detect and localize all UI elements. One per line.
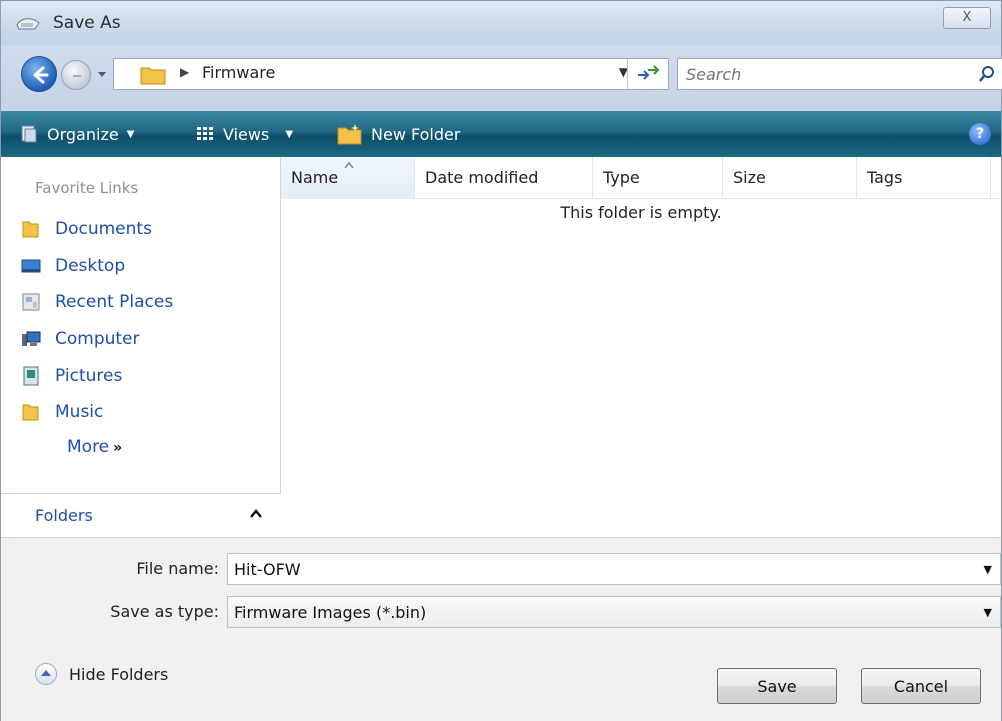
nav-item-desktop[interactable]: Desktop bbox=[21, 252, 125, 280]
column-header-size[interactable]: Size bbox=[723, 157, 857, 199]
forward-arrow-icon bbox=[73, 75, 81, 77]
filename-dropdown-icon[interactable]: ▼ bbox=[984, 563, 992, 576]
filename-label: File name: bbox=[136, 559, 219, 578]
search-icon[interactable] bbox=[978, 65, 996, 83]
dialog-app-icon bbox=[16, 18, 40, 30]
navigation-pane: Favorite Links Documents Desktop Recent … bbox=[1, 157, 281, 537]
breadcrumb-separator-icon[interactable]: ▶ bbox=[180, 65, 189, 79]
views-icon bbox=[197, 127, 213, 140]
save-button[interactable]: Save bbox=[717, 668, 837, 704]
dialog-title: Save As bbox=[53, 13, 121, 33]
folders-label: Folders bbox=[35, 506, 93, 525]
desktop-icon bbox=[21, 259, 41, 273]
organize-menu[interactable]: Organize ▼ bbox=[19, 123, 134, 145]
nav-item-label: Documents bbox=[55, 219, 152, 239]
column-header-label: Tags bbox=[867, 168, 903, 187]
more-links-button[interactable]: More» bbox=[67, 437, 122, 457]
column-header-name[interactable]: Name bbox=[281, 157, 415, 199]
help-icon[interactable]: ? bbox=[969, 123, 991, 145]
refresh-icon bbox=[638, 65, 660, 80]
close-icon: X bbox=[962, 10, 972, 25]
pictures-icon bbox=[23, 366, 39, 386]
address-bar[interactable]: ▶ Firmware ▼ bbox=[113, 58, 669, 90]
search-input[interactable] bbox=[686, 63, 966, 85]
folder-icon bbox=[140, 67, 166, 85]
nav-item-label: Music bbox=[55, 402, 104, 422]
nav-item-label: Recent Places bbox=[55, 292, 174, 312]
nav-item-recent-places[interactable]: Recent Places bbox=[21, 288, 173, 316]
collapse-up-icon bbox=[35, 663, 57, 685]
new-folder-label: New Folder bbox=[371, 124, 461, 144]
back-button[interactable] bbox=[21, 56, 57, 92]
nav-item-label: Desktop bbox=[55, 256, 126, 276]
chevron-up-icon[interactable] bbox=[249, 508, 263, 520]
new-folder-button[interactable]: New Folder bbox=[337, 123, 460, 145]
column-header-type[interactable]: Type bbox=[593, 157, 723, 199]
column-header-label: Size bbox=[733, 168, 766, 187]
organize-icon bbox=[21, 125, 37, 143]
views-menu[interactable]: Views ▼ bbox=[195, 123, 293, 145]
hide-folders-button[interactable]: Hide Folders bbox=[35, 663, 168, 685]
computer-icon bbox=[22, 331, 41, 346]
command-toolbar: Organize ▼ Views ▼ New Folder ? bbox=[1, 111, 1001, 157]
refresh-button[interactable] bbox=[627, 59, 667, 89]
column-header-tags[interactable]: Tags bbox=[857, 157, 991, 199]
column-header-date-modified[interactable]: Date modified bbox=[415, 157, 593, 199]
forward-button[interactable] bbox=[61, 60, 91, 90]
filename-value[interactable]: Hit-OFW bbox=[234, 560, 301, 579]
new-folder-icon bbox=[337, 124, 362, 145]
file-list-pane: Name Date modified Type Size Tags This f… bbox=[281, 157, 1001, 537]
save-as-type-select[interactable]: Firmware Images (*.bin) ▼ bbox=[227, 596, 1001, 628]
save-as-dialog: Save As X ▶ Firmware ▼ Search Organize ▼… bbox=[0, 0, 1002, 721]
empty-folder-message: This folder is empty. bbox=[560, 203, 722, 222]
column-headers: Name Date modified Type Size Tags bbox=[281, 157, 1001, 199]
nav-item-music[interactable]: Music bbox=[21, 398, 103, 426]
views-label: Views bbox=[223, 124, 270, 144]
column-header-label: Name bbox=[291, 168, 339, 187]
save-as-type-label: Save as type: bbox=[110, 602, 219, 621]
organize-label: Organize bbox=[47, 124, 119, 144]
folders-toggle-bar[interactable]: Folders bbox=[1, 493, 281, 537]
double-chevron-right-icon: » bbox=[113, 440, 123, 456]
save-as-type-dropdown-icon[interactable]: ▼ bbox=[984, 606, 992, 619]
search-box[interactable] bbox=[677, 58, 1002, 90]
nav-item-pictures[interactable]: Pictures bbox=[21, 362, 122, 390]
hide-folders-label: Hide Folders bbox=[69, 664, 169, 684]
column-header-label: Date modified bbox=[425, 168, 539, 187]
title-bar: Save As X bbox=[1, 1, 1001, 45]
sort-ascending-icon bbox=[344, 161, 354, 169]
nav-item-label: Pictures bbox=[55, 366, 123, 386]
history-dropdown-icon[interactable] bbox=[95, 67, 109, 81]
nav-item-label: Computer bbox=[55, 329, 140, 349]
folder-icon bbox=[22, 221, 39, 238]
breadcrumb-firmware[interactable]: Firmware bbox=[202, 63, 275, 82]
back-arrow-icon bbox=[33, 66, 49, 84]
filename-field[interactable]: Hit-OFW ▼ bbox=[227, 553, 1001, 585]
nav-item-computer[interactable]: Computer bbox=[21, 325, 140, 353]
organize-dropdown-icon: ▼ bbox=[126, 128, 135, 140]
cancel-button[interactable]: Cancel bbox=[861, 668, 981, 704]
music-folder-icon bbox=[22, 404, 39, 421]
recent-places-icon bbox=[22, 293, 40, 311]
save-as-type-value: Firmware Images (*.bin) bbox=[234, 603, 427, 622]
more-label: More bbox=[67, 437, 110, 457]
nav-item-documents[interactable]: Documents bbox=[21, 215, 152, 243]
views-dropdown-icon: ▼ bbox=[285, 128, 294, 140]
close-button[interactable]: X bbox=[943, 7, 991, 29]
column-header-label: Type bbox=[603, 168, 640, 187]
favorite-links-heading: Favorite Links bbox=[35, 179, 139, 197]
